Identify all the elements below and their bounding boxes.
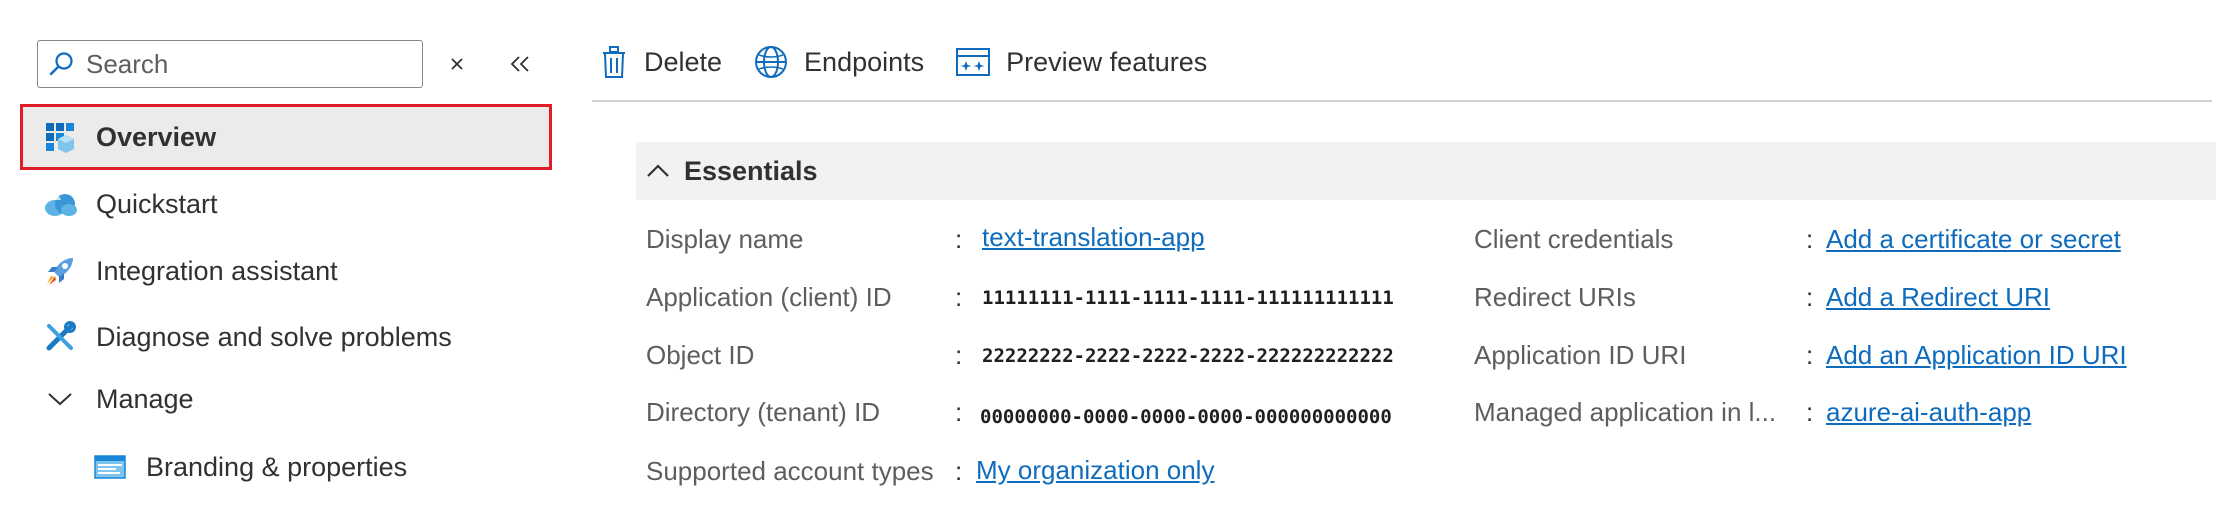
sidebar-item-label: Branding & properties bbox=[146, 451, 408, 482]
managed-application-link[interactable]: azure-ai-auth-app bbox=[1826, 397, 2031, 428]
managed-application-label: Managed application in l... bbox=[1474, 397, 1777, 427]
separator: : bbox=[1806, 224, 1814, 254]
separator: : bbox=[1806, 282, 1814, 312]
separator: : bbox=[1806, 397, 1814, 427]
sidebar-item-label: Manage bbox=[96, 383, 194, 414]
essentials-toggle[interactable]: Essentials bbox=[636, 142, 2216, 200]
preview-features-label: Preview features bbox=[1006, 46, 1208, 77]
preview-features-icon bbox=[956, 48, 991, 76]
tenant-id-label: Directory (tenant) ID bbox=[646, 397, 881, 427]
separator: : bbox=[955, 224, 963, 254]
overview-grid-icon bbox=[42, 119, 78, 155]
account-types-link[interactable]: My organization only bbox=[976, 455, 1214, 486]
sidebar-group-manage[interactable]: Manage bbox=[20, 366, 552, 432]
wrench-screwdriver-icon bbox=[42, 319, 78, 355]
delete-button[interactable]: Delete bbox=[600, 45, 722, 79]
sidebar-item-integration-assistant[interactable]: Integration assistant bbox=[20, 238, 552, 304]
cloud-quickstart-icon bbox=[42, 186, 78, 222]
clear-search-button[interactable] bbox=[437, 44, 477, 84]
toolbar-divider bbox=[592, 100, 2212, 102]
sidebar-item-overview[interactable]: Overview bbox=[20, 104, 552, 170]
branding-window-icon bbox=[92, 449, 128, 485]
chevron-up-icon bbox=[647, 164, 669, 177]
separator: : bbox=[1806, 340, 1814, 370]
sidebar-item-label: Diagnose and solve problems bbox=[96, 321, 452, 352]
essentials-title: Essentials bbox=[684, 155, 818, 186]
account-types-label: Supported account types bbox=[646, 456, 934, 486]
trash-icon bbox=[603, 46, 625, 78]
endpoints-label: Endpoints bbox=[804, 46, 925, 77]
sidebar-item-quickstart[interactable]: Quickstart bbox=[20, 171, 552, 237]
tenant-id-value: 00000000-0000-0000-0000-000000000000 bbox=[980, 406, 1392, 428]
redirect-uris-label: Redirect URIs bbox=[1474, 282, 1636, 312]
application-id-uri-label: Application ID URI bbox=[1474, 340, 1687, 370]
close-icon bbox=[451, 58, 463, 70]
separator: : bbox=[955, 282, 963, 312]
separator: : bbox=[955, 397, 963, 427]
client-credentials-label: Client credentials bbox=[1474, 224, 1674, 254]
globe-icon bbox=[755, 46, 788, 78]
add-redirect-uri-link[interactable]: Add a Redirect URI bbox=[1826, 282, 2050, 313]
separator: : bbox=[955, 340, 963, 370]
search-input[interactable] bbox=[86, 48, 406, 80]
rocket-icon bbox=[42, 253, 78, 289]
display-name-label: Display name bbox=[646, 224, 804, 254]
double-chevron-left-icon bbox=[510, 56, 529, 72]
client-id-label: Application (client) ID bbox=[646, 282, 892, 312]
sidebar-item-label: Quickstart bbox=[96, 188, 218, 219]
display-name-link[interactable]: text-translation-app bbox=[982, 222, 1205, 253]
sidebar-item-diagnose[interactable]: Diagnose and solve problems bbox=[20, 304, 552, 370]
add-application-id-uri-link[interactable]: Add an Application ID URI bbox=[1826, 340, 2127, 371]
endpoints-button[interactable]: Endpoints bbox=[754, 45, 924, 79]
chevron-down-icon bbox=[42, 381, 78, 417]
object-id-value: 22222222-2222-2222-2222-222222222222 bbox=[982, 345, 1394, 367]
preview-features-button[interactable]: Preview features bbox=[956, 47, 1207, 78]
sidebar-item-label: Overview bbox=[96, 121, 217, 152]
client-id-value: 11111111-1111-1111-1111-111111111111 bbox=[982, 287, 1394, 309]
delete-label: Delete bbox=[644, 46, 723, 77]
object-id-label: Object ID bbox=[646, 340, 755, 370]
collapse-sidebar-button[interactable] bbox=[500, 44, 540, 84]
add-certificate-link[interactable]: Add a certificate or secret bbox=[1826, 224, 2121, 255]
sidebar-item-branding[interactable]: Branding & properties bbox=[20, 434, 552, 500]
sidebar-item-label: Integration assistant bbox=[96, 255, 338, 286]
separator: : bbox=[955, 456, 963, 486]
search-box[interactable] bbox=[37, 40, 423, 88]
command-bar: Delete Endpoints Preview features bbox=[600, 30, 1239, 94]
search-icon bbox=[49, 52, 73, 76]
